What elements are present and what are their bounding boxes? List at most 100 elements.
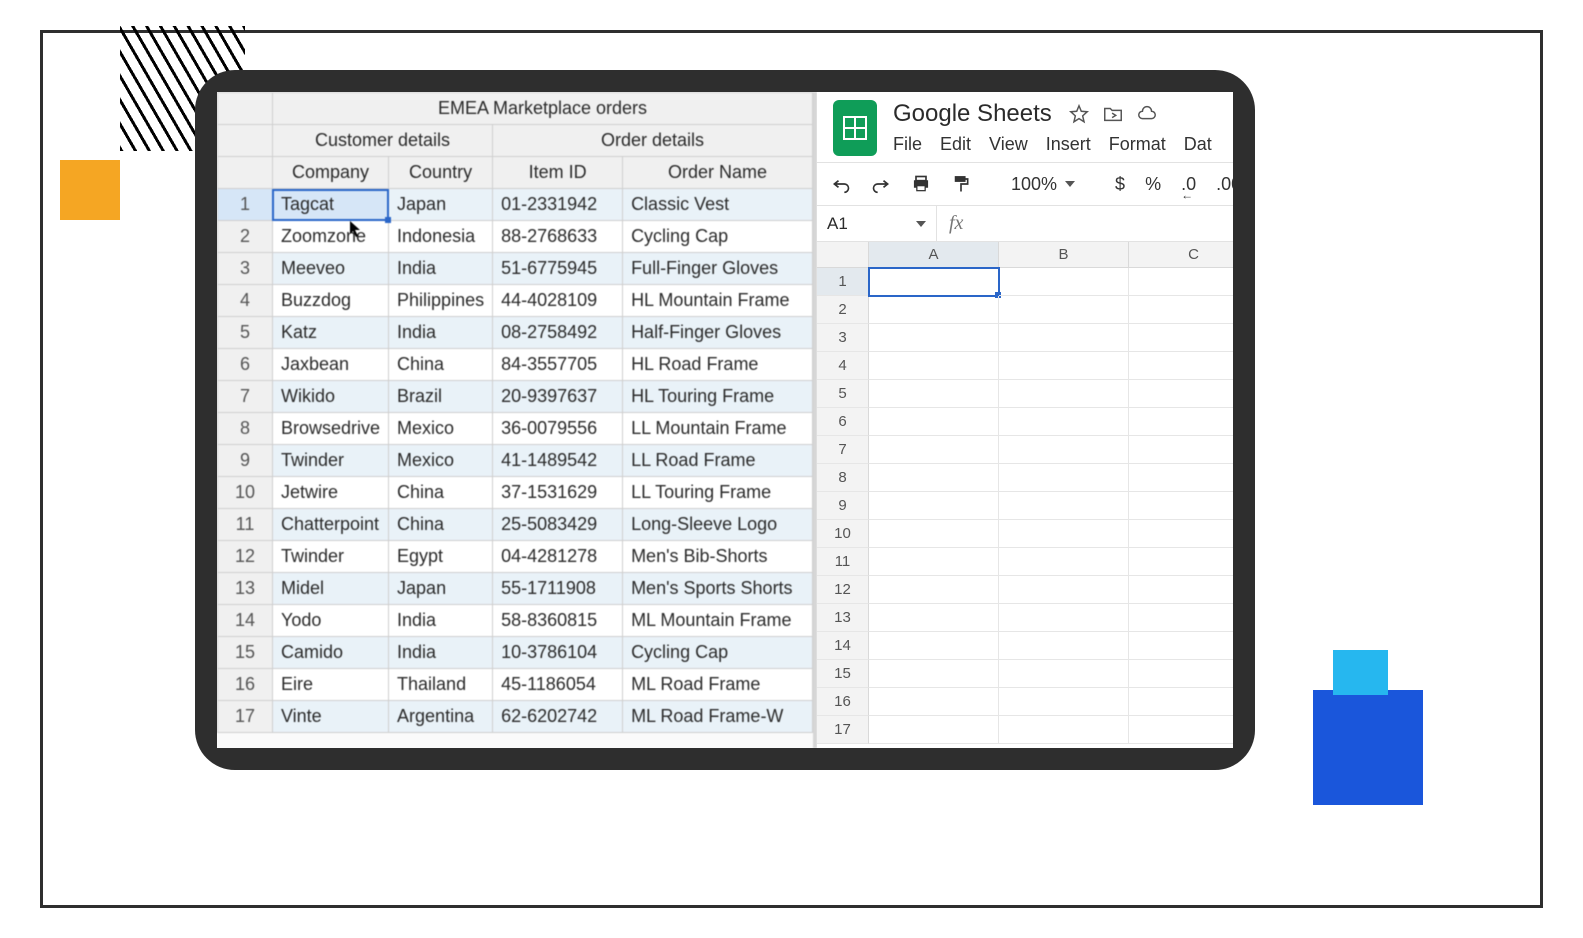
cell-item[interactable]: 58-8360815 [493, 605, 623, 637]
table-row[interactable]: 14YodoIndia58-8360815ML Mountain Frame [218, 605, 813, 637]
cell-company[interactable]: Chatterpoint [272, 509, 388, 541]
gs-row-header[interactable]: 1 [817, 268, 869, 296]
menu-data[interactable]: Dat [1184, 134, 1212, 155]
cell-company[interactable]: Eire [272, 669, 388, 701]
cell-country[interactable]: Egypt [389, 541, 493, 573]
cell-country[interactable]: Brazil [389, 381, 493, 413]
gs-cell[interactable] [1129, 492, 1233, 520]
col-header-item[interactable]: Item ID [493, 157, 623, 189]
cell-order[interactable]: LL Mountain Frame [623, 413, 813, 445]
row-number[interactable]: 11 [218, 509, 273, 541]
row-number[interactable]: 2 [218, 221, 273, 253]
gs-cell[interactable] [869, 324, 999, 352]
undo-icon[interactable] [831, 174, 851, 194]
gs-cell[interactable] [869, 464, 999, 492]
gs-cell[interactable] [1129, 296, 1233, 324]
cell-country[interactable]: Argentina [389, 701, 493, 733]
name-box[interactable]: A1 [817, 206, 937, 241]
cell-order[interactable]: ML Road Frame [623, 669, 813, 701]
cell-item[interactable]: 55-1711908 [493, 573, 623, 605]
cell-order[interactable]: LL Touring Frame [623, 477, 813, 509]
table-row[interactable]: 10JetwireChina37-1531629LL Touring Frame [218, 477, 813, 509]
gs-cell[interactable] [869, 268, 999, 296]
cell-company[interactable]: Midel [272, 573, 388, 605]
cell-company[interactable]: Jetwire [272, 477, 388, 509]
gs-cell[interactable] [999, 520, 1129, 548]
gs-row-header[interactable]: 16 [817, 688, 869, 716]
col-header-B[interactable]: B [999, 242, 1129, 268]
table-row[interactable]: 15CamidoIndia10-3786104Cycling Cap [218, 637, 813, 669]
cell-country[interactable]: India [389, 605, 493, 637]
gs-row-header[interactable]: 13 [817, 604, 869, 632]
col-header-C[interactable]: C [1129, 242, 1233, 268]
cell-country[interactable]: China [389, 349, 493, 381]
cell-company[interactable]: Yodo [272, 605, 388, 637]
cell-item[interactable]: 10-3786104 [493, 637, 623, 669]
cell-order[interactable]: LL Road Frame [623, 445, 813, 477]
table-row[interactable]: 16EireThailand45-1186054ML Road Frame [218, 669, 813, 701]
cell-country[interactable]: China [389, 509, 493, 541]
gs-cell[interactable] [999, 352, 1129, 380]
col-header-A[interactable]: A [869, 242, 999, 268]
gs-cell[interactable] [869, 688, 999, 716]
row-number[interactable]: 4 [218, 285, 273, 317]
gs-cell[interactable] [869, 352, 999, 380]
cell-country[interactable]: India [389, 317, 493, 349]
row-number[interactable]: 3 [218, 253, 273, 285]
gs-cell[interactable] [869, 520, 999, 548]
cell-item[interactable]: 51-6775945 [493, 253, 623, 285]
cell-order[interactable]: Classic Vest [623, 189, 813, 221]
star-icon[interactable] [1068, 103, 1090, 125]
cell-order[interactable]: Men's Bib-Shorts [623, 541, 813, 573]
cell-company[interactable]: Vinte [272, 701, 388, 733]
gs-cell[interactable] [1129, 436, 1233, 464]
cell-item[interactable]: 37-1531629 [493, 477, 623, 509]
gs-row-header[interactable]: 10 [817, 520, 869, 548]
gs-cell[interactable] [869, 716, 999, 744]
cell-country[interactable]: Philippines [389, 285, 493, 317]
row-number[interactable]: 8 [218, 413, 273, 445]
gs-cell[interactable] [1129, 688, 1233, 716]
cell-item[interactable]: 88-2768633 [493, 221, 623, 253]
gs-cell[interactable] [999, 660, 1129, 688]
app-title[interactable]: Google Sheets [893, 100, 1052, 128]
cell-order[interactable]: HL Road Frame [623, 349, 813, 381]
gs-cell[interactable] [1129, 520, 1233, 548]
format-increase-decimal-button[interactable]: .00 [1216, 174, 1233, 195]
gs-grid[interactable]: A B C 1234567891011121314151617 [817, 242, 1233, 748]
gs-cell[interactable] [869, 660, 999, 688]
gs-row-header[interactable]: 11 [817, 548, 869, 576]
cell-country[interactable]: Japan [389, 573, 493, 605]
cell-company[interactable]: Twinder [272, 445, 388, 477]
row-number[interactable]: 5 [218, 317, 273, 349]
gs-row-header[interactable]: 12 [817, 576, 869, 604]
col-header-country[interactable]: Country [389, 157, 493, 189]
table-row[interactable]: 4BuzzdogPhilippines44-4028109HL Mountain… [218, 285, 813, 317]
gs-row-header[interactable]: 15 [817, 660, 869, 688]
gs-cell[interactable] [1129, 352, 1233, 380]
gs-cell[interactable] [999, 408, 1129, 436]
row-number[interactable]: 9 [218, 445, 273, 477]
gs-cell[interactable] [999, 324, 1129, 352]
row-number[interactable]: 10 [218, 477, 273, 509]
cell-country[interactable]: Thailand [389, 669, 493, 701]
cell-country[interactable]: Indonesia [389, 221, 493, 253]
cell-country[interactable]: India [389, 637, 493, 669]
menu-edit[interactable]: Edit [940, 134, 971, 155]
gs-cell[interactable] [1129, 604, 1233, 632]
table-row[interactable]: 17VinteArgentina62-6202742ML Road Frame-… [218, 701, 813, 733]
cell-item[interactable]: 62-6202742 [493, 701, 623, 733]
gs-cell[interactable] [999, 632, 1129, 660]
gs-row-header[interactable]: 2 [817, 296, 869, 324]
table-row[interactable]: 3MeeveoIndia51-6775945Full-Finger Gloves [218, 253, 813, 285]
sheets-logo-icon[interactable] [833, 100, 877, 156]
gs-cell[interactable] [999, 464, 1129, 492]
gs-row-header[interactable]: 14 [817, 632, 869, 660]
gs-cell[interactable] [869, 548, 999, 576]
cell-company[interactable]: Jaxbean [272, 349, 388, 381]
orders-table[interactable]: EMEA Marketplace orders Customer details… [217, 92, 813, 733]
col-header-company[interactable]: Company [272, 157, 388, 189]
row-number[interactable]: 13 [218, 573, 273, 605]
cell-item[interactable]: 25-5083429 [493, 509, 623, 541]
gs-row-header[interactable]: 8 [817, 464, 869, 492]
